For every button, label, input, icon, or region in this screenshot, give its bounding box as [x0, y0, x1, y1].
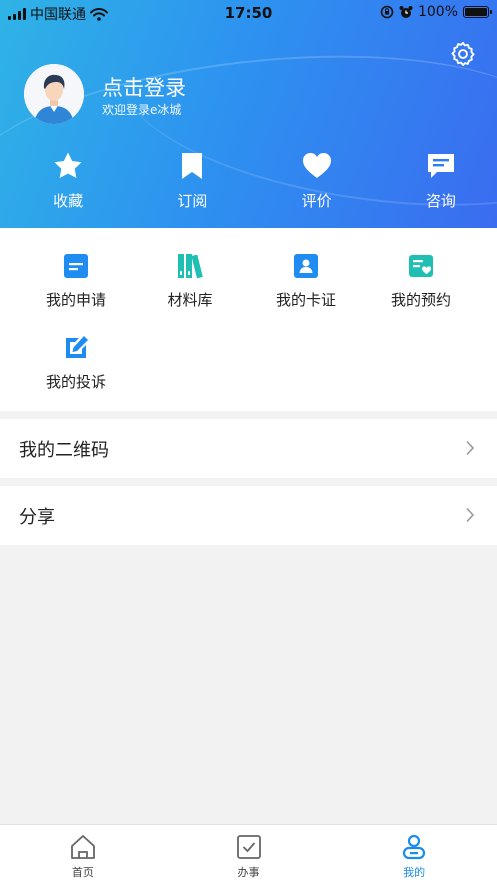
- gear-icon[interactable]: [449, 40, 477, 68]
- books-icon: [178, 254, 203, 279]
- alarm-icon: [399, 6, 413, 18]
- service-my-appointments[interactable]: 我的预约: [361, 252, 481, 310]
- chevron-right-icon: [466, 440, 475, 456]
- rotation-lock-icon: [380, 5, 394, 19]
- chat-icon: [427, 154, 454, 178]
- service-label: 我的申请: [45, 291, 106, 309]
- tab-label: 首页: [71, 866, 94, 879]
- service-label: 我的卡证: [275, 291, 336, 309]
- user-icon: [403, 834, 426, 860]
- star-icon: [54, 152, 82, 178]
- chevron-right-icon: [466, 507, 475, 523]
- avatar[interactable]: [24, 64, 84, 124]
- menu-row-share[interactable]: 分享: [0, 486, 497, 545]
- battery-icon: [463, 6, 492, 18]
- user-avatar-icon: [24, 64, 84, 124]
- quick-action-favorites[interactable]: 收藏: [12, 150, 124, 211]
- heart-icon: [302, 153, 331, 178]
- application-doc-icon: [64, 254, 88, 278]
- service-my-complaints[interactable]: 我的投诉: [16, 334, 136, 392]
- menu-label: 分享: [19, 506, 55, 528]
- home-icon: [70, 835, 95, 859]
- quick-action-label: 咨询: [425, 192, 456, 210]
- quick-action-label: 订阅: [177, 192, 208, 210]
- battery-percent: 100%: [417, 4, 458, 20]
- quick-action-consult[interactable]: 咨询: [385, 150, 497, 211]
- services-grid: 我的申请 材料库 我的卡证 我的预约 我的投诉: [0, 228, 497, 411]
- service-label: 我的预约: [390, 291, 451, 309]
- tab-home[interactable]: 首页: [0, 825, 166, 883]
- service-my-cards[interactable]: 我的卡证: [246, 252, 366, 310]
- appointment-icon: [409, 255, 433, 277]
- checkbox-icon: [236, 835, 261, 859]
- service-label: 材料库: [167, 291, 213, 309]
- menu-label: 我的二维码: [19, 439, 109, 461]
- quick-action-label: 收藏: [53, 192, 84, 210]
- menu-row-qrcode[interactable]: 我的二维码: [0, 419, 497, 478]
- tab-services[interactable]: 办事: [166, 825, 332, 883]
- profile-header: 中国联通 17:50 100% 点击登录 欢迎登录e冰城 收藏 订阅 评价 咨询: [0, 0, 497, 228]
- service-my-applications[interactable]: 我的申请: [16, 252, 136, 310]
- quick-action-subscribe[interactable]: 订阅: [136, 150, 248, 211]
- tab-mine[interactable]: 我的: [331, 825, 497, 883]
- id-card-icon: [294, 254, 318, 278]
- login-title[interactable]: 点击登录: [102, 72, 186, 102]
- status-bar: 中国联通 17:50 100%: [0, 0, 497, 26]
- quick-actions: 收藏 订阅 评价 咨询: [0, 150, 497, 211]
- service-label: 我的投诉: [45, 373, 106, 391]
- bookmark-icon: [182, 153, 203, 179]
- service-materials[interactable]: 材料库: [130, 252, 250, 310]
- quick-action-label: 评价: [301, 192, 332, 210]
- edit-icon: [66, 336, 88, 358]
- login-subtitle: 欢迎登录e冰城: [102, 103, 182, 117]
- bottom-tab-bar: 首页 办事 我的: [0, 824, 497, 883]
- quick-action-review[interactable]: 评价: [261, 150, 373, 211]
- tab-label: 我的: [403, 866, 426, 879]
- tab-label: 办事: [237, 866, 260, 879]
